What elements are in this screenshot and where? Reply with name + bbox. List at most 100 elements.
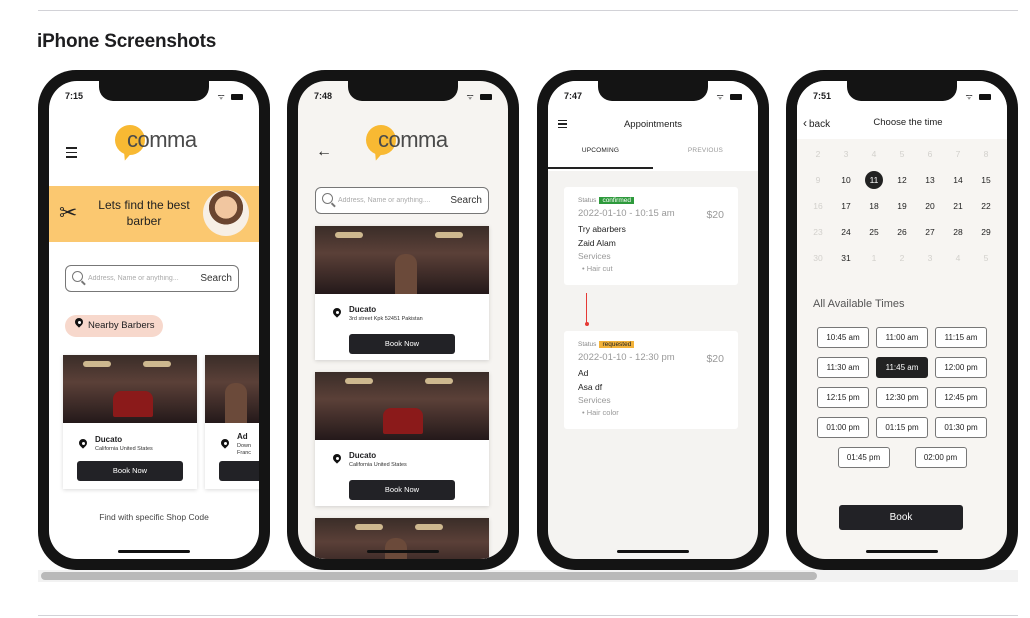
back-arrow-icon[interactable]: ←: [316, 143, 332, 161]
calendar-day[interactable]: 18: [861, 201, 887, 211]
book-now-button[interactable]: Book Now: [77, 461, 183, 481]
calendar-day[interactable]: 22: [973, 201, 999, 211]
find-shop-code-link[interactable]: Find with specific Shop Code: [49, 512, 259, 522]
wifi-icon: ᯤ: [716, 92, 726, 101]
scrollbar-thumb[interactable]: [41, 572, 817, 580]
calendar-day-selected[interactable]: 11: [861, 171, 887, 189]
timeline-connector: [584, 293, 589, 326]
calendar-day[interactable]: 26: [889, 227, 915, 237]
calendar-day[interactable]: 25: [861, 227, 887, 237]
wifi-icon: ᯤ: [466, 92, 476, 101]
calendar-day[interactable]: 5: [889, 149, 915, 159]
time-slot-row: 01:45 pm 02:00 pm: [817, 447, 987, 468]
search-button[interactable]: Search: [200, 273, 232, 284]
calendar-day[interactable]: 4: [945, 253, 971, 263]
active-tab-indicator: [548, 167, 653, 169]
search-button[interactable]: Search: [450, 195, 482, 206]
calendar-day[interactable]: 13: [917, 175, 943, 185]
book-now-button[interactable]: [219, 461, 259, 481]
calendar-day[interactable]: 19: [889, 201, 915, 211]
calendar-day[interactable]: 4: [861, 149, 887, 159]
location-pin-icon: [221, 439, 229, 450]
tab-previous[interactable]: PREVIOUS: [653, 147, 758, 154]
barber-address: Down: [237, 443, 252, 449]
calendar-day[interactable]: 30: [805, 253, 831, 263]
time-slot[interactable]: 11:00 am: [876, 327, 928, 348]
barber-card[interactable]: Ducato California United States Book Now: [315, 372, 489, 506]
calendar-day[interactable]: 23: [805, 227, 831, 237]
calendar-day[interactable]: 28: [945, 227, 971, 237]
appointment-price: $20: [706, 209, 724, 221]
nearby-barbers-chip[interactable]: Nearby Barbers: [65, 315, 163, 337]
menu-icon[interactable]: [66, 147, 77, 161]
calendar-day[interactable]: 31: [833, 253, 859, 263]
calendar[interactable]: 2 3 4 5 6 7 8 9 10 11 12 13 14 15 16 17 18 19 20 21 22 23 24 25…: [805, 141, 999, 271]
calendar-day[interactable]: 7: [945, 149, 971, 159]
location-pin-icon: [75, 318, 83, 329]
calendar-day[interactable]: 3: [917, 253, 943, 263]
phone-screen: 7:47 ᯤ Appointments UPCOMING PREVIOUS St…: [548, 81, 758, 559]
status-time: 7:47: [564, 91, 583, 101]
book-now-button[interactable]: Book Now: [349, 334, 455, 354]
calendar-day[interactable]: 9: [805, 175, 831, 185]
calendar-day[interactable]: 16: [805, 201, 831, 211]
calendar-day[interactable]: 14: [945, 175, 971, 185]
calendar-day[interactable]: 2: [805, 149, 831, 159]
calendar-day[interactable]: 29: [973, 227, 999, 237]
wifi-icon: ᯤ: [965, 92, 975, 101]
barber-name: Ad: [237, 432, 248, 441]
time-slot[interactable]: 01:30 pm: [935, 417, 987, 438]
calendar-day[interactable]: 6: [917, 149, 943, 159]
barber-card[interactable]: Ad Down Franc: [205, 355, 259, 489]
shop-name: Ad: [578, 368, 589, 378]
time-slot[interactable]: 01:00 pm: [817, 417, 869, 438]
barber-card[interactable]: Ducato California United States Book Now: [63, 355, 197, 489]
calendar-week-row: 30 31 1 2 3 4 5: [805, 245, 999, 271]
time-slot-selected[interactable]: 11:45 am: [876, 357, 928, 378]
appointment-card[interactable]: Status confirmed 2022-01-10 - 10:15 am $2…: [564, 187, 738, 285]
calendar-day[interactable]: 17: [833, 201, 859, 211]
screenshot-4[interactable]: 7:51 ᯤ ‹ back Choose the time 2 3 4 5 6 7 8 9 10 1…: [786, 70, 1018, 570]
screenshot-3[interactable]: 7:47 ᯤ Appointments UPCOMING PREVIOUS St…: [537, 70, 769, 570]
screenshot-1[interactable]: 7:15 ᯤ comma ✂ Lets find the best barber…: [38, 70, 270, 570]
time-slot[interactable]: 12:00 pm: [935, 357, 987, 378]
book-button[interactable]: Book: [839, 505, 963, 530]
barber-name: Ducato: [95, 435, 123, 444]
time-slot[interactable]: 11:15 am: [935, 327, 987, 348]
barber-name: Zaid Alam: [578, 238, 616, 248]
time-slot[interactable]: 12:45 pm: [935, 387, 987, 408]
banner-text: Lets find the best barber: [98, 198, 190, 228]
time-slot[interactable]: 10:45 am: [817, 327, 869, 348]
time-slot[interactable]: 12:30 pm: [876, 387, 928, 408]
calendar-day[interactable]: 10: [833, 175, 859, 185]
time-slot[interactable]: 01:15 pm: [876, 417, 928, 438]
time-slot[interactable]: 02:00 pm: [914, 447, 967, 468]
search-box[interactable]: Address, Name or anything... Search: [65, 265, 239, 292]
calendar-day[interactable]: 5: [973, 253, 999, 263]
shop-name: Try abarbers: [578, 224, 626, 234]
phone-screen: 7:15 ᯤ comma ✂ Lets find the best barber…: [49, 81, 259, 559]
status-time: 7:51: [813, 91, 832, 101]
calendar-day[interactable]: 20: [917, 201, 943, 211]
time-slot-row: 11:30 am 11:45 am 12:00 pm: [817, 357, 987, 378]
calendar-day[interactable]: 1: [861, 253, 887, 263]
calendar-day[interactable]: 8: [973, 149, 999, 159]
barber-card[interactable]: Ducato 3rd street Kpk 52451 Pakistan Boo…: [315, 226, 489, 360]
comma-logo: comma: [115, 121, 215, 165]
calendar-day[interactable]: 15: [973, 175, 999, 185]
appointment-datetime: 2022-01-10 - 12:30 pm: [578, 352, 675, 363]
search-box[interactable]: Address, Name or anything.... Search: [315, 187, 489, 214]
time-slot[interactable]: 11:30 am: [817, 357, 869, 378]
calendar-day[interactable]: 24: [833, 227, 859, 237]
tab-upcoming[interactable]: UPCOMING: [548, 147, 653, 154]
calendar-day[interactable]: 3: [833, 149, 859, 159]
appointment-card[interactable]: Status requested 2022-01-10 - 12:30 pm $2…: [564, 331, 738, 429]
calendar-day[interactable]: 12: [889, 175, 915, 185]
calendar-day[interactable]: 2: [889, 253, 915, 263]
time-slot[interactable]: 12:15 pm: [817, 387, 869, 408]
book-now-button[interactable]: Book Now: [349, 480, 455, 500]
screenshot-2[interactable]: 7:48 ᯤ ← comma Address, Name or anything…: [287, 70, 519, 570]
calendar-day[interactable]: 27: [917, 227, 943, 237]
calendar-day[interactable]: 21: [945, 201, 971, 211]
time-slot[interactable]: 01:45 pm: [837, 447, 890, 468]
